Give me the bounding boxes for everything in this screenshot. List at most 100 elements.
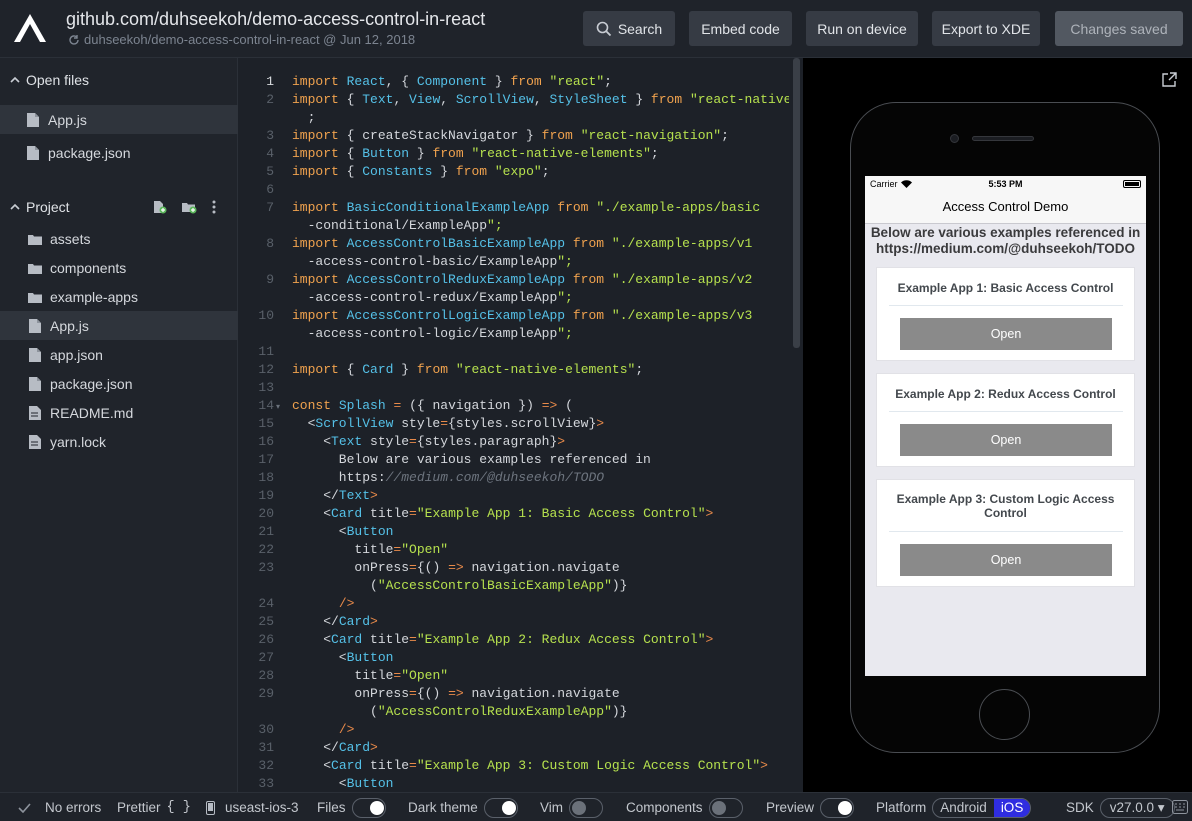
intro-line-1: Below are various examples referenced in <box>870 225 1141 240</box>
device-indicator[interactable]: useast-ios-3 <box>206 793 299 821</box>
open-file-package-json[interactable]: package.json <box>0 138 238 167</box>
new-folder-icon[interactable] <box>181 200 197 214</box>
open-button[interactable]: Open <box>900 318 1112 350</box>
code-line[interactable]: onPress={() => navigation.navigate <box>292 685 619 703</box>
code-line[interactable]: -access-control-basic/ExampleApp"; <box>292 253 573 271</box>
battery-icon <box>1123 180 1141 188</box>
editor-scrollbar[interactable] <box>789 58 803 792</box>
folder-label: components <box>50 259 127 276</box>
phone-home-button[interactable] <box>979 689 1030 740</box>
open-file-label: package.json <box>48 144 131 161</box>
scrollbar-thumb[interactable] <box>793 58 800 348</box>
card-example-1: Example App 1: Basic Access Control Open <box>876 267 1135 361</box>
code-line[interactable]: /> <box>292 595 355 613</box>
code-line[interactable]: ("AccessControlBasicExampleApp")} <box>292 577 627 595</box>
intro-paragraph: Below are various examples referenced in… <box>865 224 1146 257</box>
code-line[interactable]: import { createStackNavigator } from "re… <box>292 127 729 145</box>
errors-label: No errors <box>45 800 102 815</box>
phone-screen[interactable]: Carrier 5:53 PM Access Control Demo Belo… <box>865 176 1146 676</box>
code-line[interactable]: import { Card } from "react-native-eleme… <box>292 361 643 379</box>
code-line[interactable]: ; <box>292 109 316 127</box>
expo-logo-icon[interactable] <box>12 12 48 44</box>
prettier-button[interactable]: Prettier { } <box>117 793 191 821</box>
code-line[interactable]: import { Button } from "react-native-ele… <box>292 145 659 163</box>
phone-speaker <box>972 136 1034 141</box>
code-line[interactable]: const Splash = ({ navigation }) => ( <box>292 397 573 415</box>
project-file-yarn-lock[interactable]: yarn.lock <box>0 427 238 456</box>
code-line[interactable]: <Card title="Example App 2: Redux Access… <box>292 631 713 649</box>
errors-indicator[interactable]: No errors <box>18 793 101 821</box>
open-file-app-js[interactable]: App.js <box>0 105 238 134</box>
project-title[interactable]: github.com/duhseekoh/demo-access-control… <box>66 9 485 30</box>
open-button[interactable]: Open <box>900 544 1112 576</box>
code-line[interactable]: import { Text, View, ScrollView, StyleSh… <box>292 91 799 109</box>
line-number: 12 <box>258 362 274 377</box>
open-button[interactable]: Open <box>900 424 1112 456</box>
open-files-header[interactable]: Open files <box>0 65 238 95</box>
project-file-readme[interactable]: README.md <box>0 398 238 427</box>
code-line[interactable]: /> <box>292 721 355 739</box>
code-line[interactable]: onPress={() => navigation.navigate <box>292 559 619 577</box>
code-editor[interactable]: 1 2 3 4 5 6 7 8 9 10 11 12 13 14 ▾ 15 16 17 18 19 20 21 22 23 24… <box>238 58 803 792</box>
code-line[interactable]: import AccessControlLogicExampleApp from… <box>292 307 752 325</box>
top-bar: github.com/duhseekoh/demo-access-control… <box>0 0 1192 58</box>
more-vertical-icon[interactable] <box>211 200 217 214</box>
fold-arrow-icon[interactable]: ▾ <box>276 402 280 411</box>
code-line[interactable]: </Text> <box>292 487 378 505</box>
folder-example-apps[interactable]: example-apps <box>0 282 238 311</box>
dark-theme-toggle[interactable] <box>483 797 518 818</box>
open-external-icon[interactable] <box>1161 72 1177 88</box>
line-number: 26 <box>258 632 274 647</box>
code-line[interactable]: import { Constants } from "expo"; <box>292 163 550 181</box>
sdk-label: SDK <box>1066 800 1094 815</box>
code-line[interactable]: <Button <box>292 775 394 792</box>
folder-assets[interactable]: assets <box>0 224 238 253</box>
platform-android[interactable]: Android <box>933 799 994 817</box>
folder-components[interactable]: components <box>0 253 238 282</box>
files-toggle[interactable] <box>351 797 386 818</box>
code-line[interactable]: -access-control-redux/ExampleApp"; <box>292 289 573 307</box>
code-line[interactable]: -access-control-logic/ExampleApp"; <box>292 325 573 343</box>
platform-ios[interactable]: iOS <box>993 798 1031 817</box>
code-line[interactable]: </Card> <box>292 739 378 757</box>
components-toggle[interactable] <box>708 797 743 818</box>
code-line[interactable]: title="Open" <box>292 541 448 559</box>
code-line[interactable]: import BasicConditionalExampleApp from "… <box>292 199 760 217</box>
project-file-app-js[interactable]: App.js <box>0 311 238 340</box>
line-number: 6 <box>266 182 274 197</box>
code-line[interactable]: https://medium.com/@duhseekoh/TODO <box>292 469 604 487</box>
code-line[interactable]: <Button <box>292 649 394 667</box>
code-line[interactable]: </Card> <box>292 613 378 631</box>
export-to-xde-button[interactable]: Export to XDE <box>932 11 1040 46</box>
file-label: yarn.lock <box>50 433 107 450</box>
file-text-icon <box>29 405 41 420</box>
run-on-device-button[interactable]: Run on device <box>806 11 918 46</box>
changes-saved-button[interactable]: Changes saved <box>1055 11 1183 46</box>
code-line[interactable]: title="Open" <box>292 667 448 685</box>
line-number: 28 <box>258 668 274 683</box>
file-label: app.json <box>50 346 103 363</box>
code-line[interactable]: import AccessControlReduxExampleApp from… <box>292 271 752 289</box>
preview-toggle[interactable] <box>820 797 855 818</box>
line-number: 16 <box>258 434 274 449</box>
embed-code-button[interactable]: Embed code <box>689 11 792 46</box>
project-file-app-json[interactable]: app.json <box>0 340 238 369</box>
new-file-icon[interactable] <box>153 200 167 214</box>
code-line[interactable]: ("AccessControlReduxExampleApp")} <box>292 703 627 721</box>
keyboard-icon[interactable] <box>1172 800 1188 814</box>
code-line[interactable]: <Card title="Example App 3: Custom Logic… <box>292 757 768 775</box>
code-line[interactable]: Below are various examples referenced in <box>292 451 651 469</box>
code-line[interactable]: <ScrollView style={styles.scrollView}> <box>292 415 605 433</box>
code-line[interactable]: <Card title="Example App 1: Basic Access… <box>292 505 713 523</box>
code-line[interactable]: <Text style={styles.paragraph}> <box>292 433 565 451</box>
files-label: Files <box>317 800 346 815</box>
search-button[interactable]: Search <box>583 11 675 46</box>
code-line[interactable]: import AccessControlBasicExampleApp from… <box>292 235 752 253</box>
code-line[interactable]: import React, { Component } from "react"… <box>292 73 612 91</box>
project-file-package-json[interactable]: package.json <box>0 369 238 398</box>
vim-toggle[interactable] <box>569 797 604 818</box>
code-line[interactable]: <Button <box>292 523 394 541</box>
code-line[interactable]: -conditional/ExampleApp"; <box>292 217 503 235</box>
prettier-label: Prettier <box>117 800 161 815</box>
sdk-version-select[interactable]: v27.0.0 ▾ <box>1099 797 1175 818</box>
